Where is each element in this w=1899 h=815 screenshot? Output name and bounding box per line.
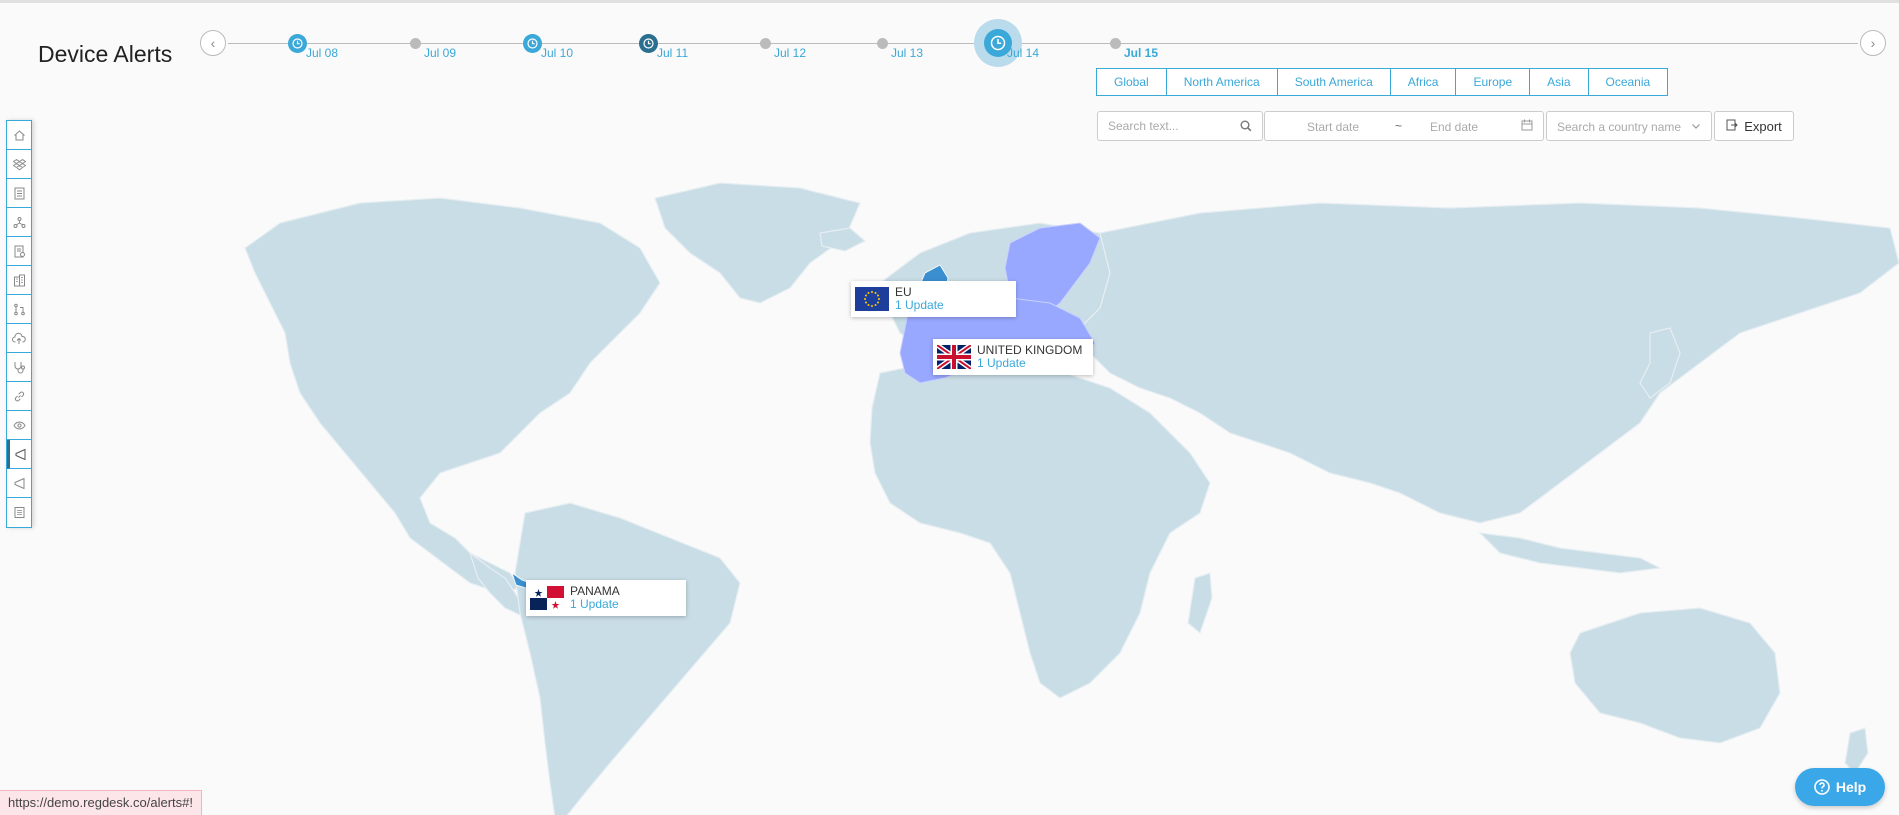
- timeline-item-jul14[interactable]: Jul 14: [974, 19, 1073, 85]
- timeline-label: Jul 15: [1124, 46, 1159, 60]
- chevron-right-icon: ›: [1870, 35, 1876, 51]
- timeline-prev-button[interactable]: ‹: [200, 30, 226, 56]
- world-map[interactable]: [0, 153, 1899, 815]
- timeline-item-jul10[interactable]: Jul 10: [523, 25, 607, 85]
- timeline-item-jul12[interactable]: Jul 12: [760, 25, 840, 85]
- region-asia-button[interactable]: Asia: [1529, 68, 1589, 96]
- timeline-dot: [1110, 38, 1121, 49]
- timeline-label: Jul 14: [1007, 46, 1040, 60]
- map-region-africa: [869, 357, 1211, 699]
- timeline-item-jul08[interactable]: Jul 08: [288, 25, 372, 85]
- timeline-label: Jul 12: [774, 46, 807, 60]
- timeline-dot: [877, 38, 888, 49]
- timeline-dot: [760, 38, 771, 49]
- country-select-placeholder: Search a country name: [1557, 120, 1682, 134]
- country-select[interactable]: Search a country name: [1546, 111, 1712, 141]
- timeline-item-jul09[interactable]: Jul 09: [410, 25, 490, 85]
- marker-update-count: 1 Update: [570, 597, 619, 611]
- timeline-label: Jul 13: [891, 46, 924, 60]
- timeline-label: Jul 08: [306, 46, 339, 60]
- clock-icon: [288, 34, 307, 53]
- timeline-next-button[interactable]: ›: [1860, 30, 1886, 56]
- search-input[interactable]: [1106, 112, 1240, 140]
- chevron-left-icon: ‹: [210, 35, 216, 51]
- export-icon: [1726, 119, 1738, 134]
- map-marker-panama[interactable]: PANAMA 1 Update: [526, 580, 686, 616]
- map-region-south-america: [514, 502, 741, 815]
- map-marker-united-kingdom[interactable]: UNITED KINGDOM 1 Update: [933, 339, 1093, 375]
- region-oceania-button[interactable]: Oceania: [1587, 68, 1669, 96]
- device-alerts-page: Device Alerts ‹ › Jul 08 Jul 09 Jul 10 J…: [0, 0, 1899, 815]
- help-label: Help: [1835, 779, 1867, 795]
- timeline-dot: [410, 38, 421, 49]
- region-europe-button[interactable]: Europe: [1455, 68, 1531, 96]
- search-icon[interactable]: [1240, 119, 1252, 137]
- clock-icon: [523, 34, 542, 53]
- timeline-label: Jul 09: [424, 46, 457, 60]
- calendar-icon: [1521, 119, 1533, 134]
- uk-flag-icon: [937, 345, 971, 369]
- timeline-label: Jul 10: [541, 46, 574, 60]
- sidebar-item-home[interactable]: [7, 121, 31, 150]
- date-range-picker[interactable]: Start date ~ End date: [1264, 111, 1544, 141]
- map-region-madagascar: [1187, 572, 1213, 635]
- timeline-item-jul13[interactable]: Jul 13: [877, 25, 957, 85]
- export-button[interactable]: Export: [1714, 111, 1794, 141]
- region-filter: Global North America South America Afric…: [1096, 68, 1669, 96]
- region-global-button[interactable]: Global: [1096, 68, 1167, 96]
- export-label: Export: [1744, 118, 1782, 134]
- end-date-input[interactable]: End date: [1430, 120, 1478, 134]
- region-africa-button[interactable]: Africa: [1389, 68, 1457, 96]
- panama-flag-icon: [530, 586, 564, 610]
- marker-update-count: 1 Update: [895, 298, 944, 312]
- chevron-down-icon: [1691, 120, 1701, 134]
- map-marker-eu[interactable]: EU 1 Update: [851, 281, 1016, 317]
- search-box: [1097, 111, 1263, 141]
- timeline-item-jul11[interactable]: Jul 11: [639, 25, 723, 85]
- region-south-america-button[interactable]: South America: [1276, 68, 1391, 96]
- home-icon: [13, 129, 25, 140]
- help-button[interactable]: Help: [1795, 768, 1885, 806]
- map-region-new-zealand: [1844, 727, 1869, 774]
- eu-flag-icon: [855, 287, 889, 311]
- timeline-label: Jul 11: [657, 46, 689, 60]
- date-separator: ~: [1395, 119, 1403, 133]
- region-north-america-button[interactable]: North America: [1165, 68, 1278, 96]
- clock-icon: [639, 34, 658, 53]
- map-region-indonesia: [1478, 532, 1663, 574]
- page-title: Device Alerts: [38, 41, 173, 67]
- map-region-australia: [1569, 607, 1781, 744]
- start-date-input[interactable]: Start date: [1307, 120, 1359, 134]
- marker-update-count: 1 Update: [977, 356, 1026, 370]
- question-circle-icon: [1814, 779, 1830, 795]
- map-region-iceland: [819, 227, 867, 252]
- status-bar-url: https://demo.regdesk.co/alerts#!: [0, 790, 202, 815]
